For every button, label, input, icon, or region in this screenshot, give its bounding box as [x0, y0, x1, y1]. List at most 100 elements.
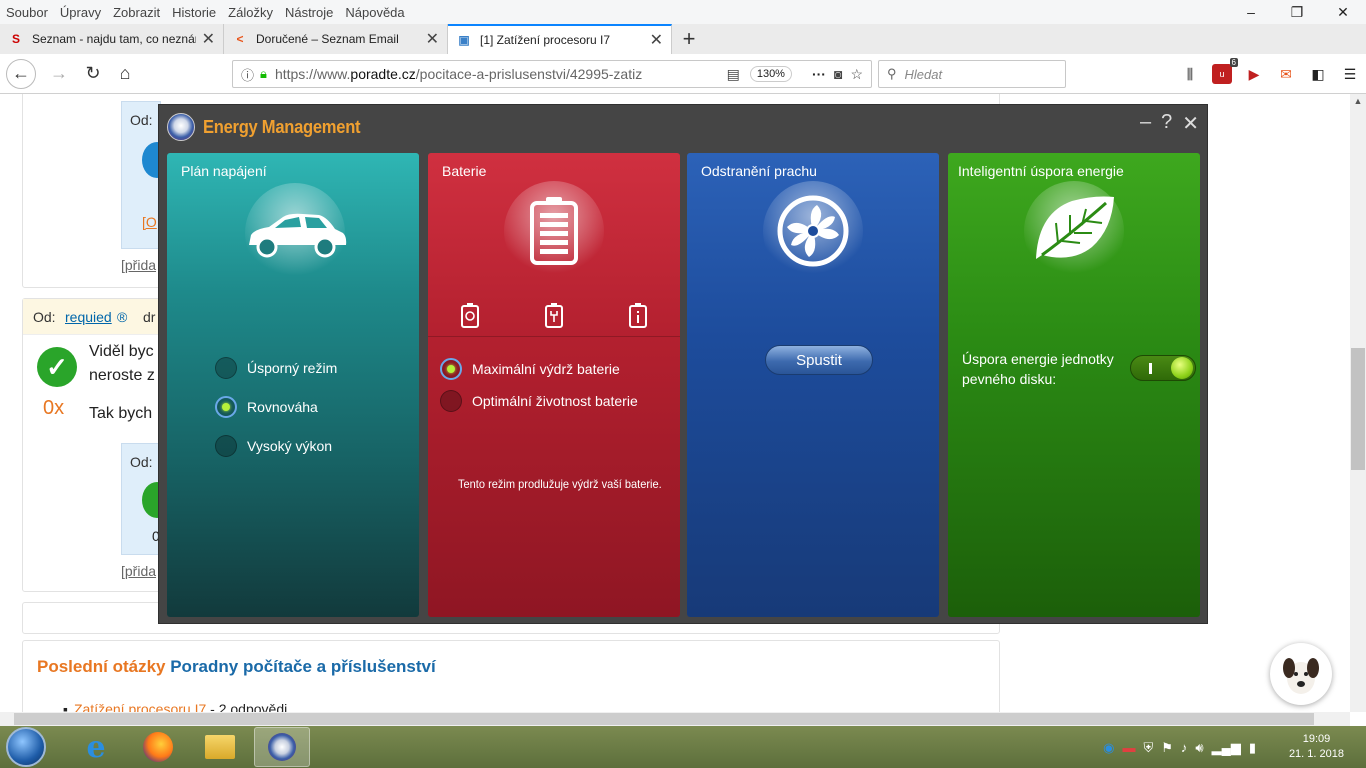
new-tab-button[interactable]: + [672, 24, 706, 54]
page-icon: ▣ [458, 33, 470, 47]
help-button[interactable]: ? [1161, 111, 1172, 136]
tab-seznam[interactable]: S Seznam - najdu tam, co neznám ✕ [0, 24, 224, 54]
mode-plugged[interactable] [512, 293, 596, 336]
from-label: Od: [130, 112, 153, 128]
volume-icon[interactable]: 🔊︎ [1195, 740, 1203, 756]
maximize-button[interactable]: ❐ [1274, 0, 1320, 24]
radio-saver[interactable]: Úsporný režim [215, 357, 337, 379]
firefox-icon[interactable] [130, 727, 186, 767]
battery-mode-icons [428, 293, 680, 337]
mascot-avatar[interactable] [1270, 643, 1332, 705]
forward-button[interactable]: → [44, 59, 74, 89]
mail-icon[interactable]: ✉ [1276, 64, 1296, 84]
hdd-saving-toggle[interactable] [1130, 355, 1196, 381]
sidebar-icon[interactable]: ◧ [1308, 64, 1328, 84]
panel-title: Plán napájení [181, 163, 267, 179]
file-explorer-icon[interactable] [192, 727, 248, 767]
info-icon[interactable]: ⓘ [241, 65, 254, 84]
section-title-a: Poslední otázky [37, 657, 166, 676]
radio-max-runtime[interactable]: Maximální výdrž baterie [440, 358, 620, 380]
close-tab-icon[interactable]: ✕ [426, 29, 439, 49]
menu-tools[interactable]: Nástroje [285, 5, 333, 20]
battery-panel: Baterie Maximální výdrž baterie Optimáln… [428, 153, 680, 617]
user-rank: dr [143, 309, 156, 325]
clock[interactable]: 19:09 21. 1. 2018 [1289, 732, 1344, 762]
tab-title: Seznam - najdu tam, co neznám [32, 32, 196, 46]
tray-audio-manager-icon[interactable]: ♪ [1181, 740, 1188, 756]
tab-processor[interactable]: ▣ [1] Zatížení procesoru I7 ✕ [448, 24, 672, 54]
add-link[interactable]: [přida [121, 257, 156, 273]
question-link[interactable]: Zatížení procesoru I7 [74, 701, 206, 712]
reload-button[interactable]: ↻ [78, 59, 108, 89]
zoom-level[interactable]: 130% [749, 66, 792, 82]
menu-bookmarks[interactable]: Záložky [228, 5, 273, 20]
radio-dot[interactable] [215, 435, 237, 457]
menu-history[interactable]: Historie [172, 5, 216, 20]
quote-box: Od: [O [121, 101, 172, 249]
pocket-icon[interactable]: ◙ [834, 66, 842, 82]
mode-info[interactable] [596, 293, 680, 336]
gauge-logo-icon [167, 113, 195, 141]
library-icon[interactable]: ⫼ [1180, 64, 1200, 84]
search-input[interactable]: ⚲ Hledat [878, 60, 1066, 88]
star-icon[interactable]: ☆ [850, 66, 863, 83]
tray-app-icon[interactable]: ◉ [1103, 740, 1114, 756]
video-icon[interactable]: ▶ [1244, 64, 1264, 84]
vertical-scroll-thumb[interactable] [1351, 348, 1365, 470]
scroll-up-icon[interactable]: ▲ [1350, 96, 1366, 106]
back-button[interactable]: ← [6, 58, 36, 89]
tab-email[interactable]: < Doručené – Seznam Email ✕ [224, 24, 448, 54]
ublock-icon[interactable]: u6 [1212, 58, 1238, 84]
window-controls: – ❐ ✕ [1228, 0, 1366, 24]
minimize-button[interactable]: – [1140, 111, 1151, 136]
start-button[interactable]: Spustit [765, 345, 873, 375]
window-title-bar: Energy Management [167, 111, 374, 143]
url-text[interactable]: https://www.poradte.cz/pocitace-a-prislu… [275, 66, 727, 82]
menu-edit[interactable]: Úpravy [60, 5, 101, 20]
radio-performance[interactable]: Vysoký výkon [215, 435, 332, 457]
close-tab-icon[interactable]: ✕ [202, 29, 215, 49]
mode-max-runtime[interactable] [428, 293, 512, 336]
minimize-button[interactable]: – [1228, 0, 1274, 24]
lock-icon[interactable]: 🔒︎ [260, 66, 267, 82]
radio-balanced[interactable]: Rovnováha [215, 396, 318, 418]
radio-label: Vysoký výkon [247, 438, 333, 454]
email-icon: < [236, 32, 244, 46]
answer-text-1: Viděl byc [89, 343, 154, 360]
radio-optimal-life[interactable]: Optimální životnost baterie [440, 390, 638, 412]
tray-car-icon[interactable]: ▬ [1123, 740, 1136, 756]
close-tab-icon[interactable]: ✕ [650, 30, 663, 50]
add-link[interactable]: [přida [121, 563, 156, 579]
network-signal-icon[interactable]: ▂▄▆ [1212, 740, 1241, 756]
tab-title: Doručené – Seznam Email [256, 32, 399, 46]
hamburger-menu-icon[interactable]: ☰ [1340, 64, 1360, 84]
energy-management-taskbar-icon[interactable] [254, 727, 310, 767]
menu-file[interactable]: Soubor [6, 5, 48, 20]
radio-dot[interactable] [440, 358, 462, 380]
radio-dot[interactable] [440, 390, 462, 412]
action-center-flag-icon[interactable]: ⚑ [1161, 740, 1173, 756]
internet-explorer-icon[interactable]: e [68, 727, 124, 767]
radio-dot[interactable] [215, 357, 237, 379]
close-button[interactable]: ✕ [1320, 0, 1366, 24]
more-icon[interactable]: ··· [812, 66, 826, 82]
system-tray: ◉ ▬ ⛨ ⚑ ♪ 🔊︎ ▂▄▆ ▮ [1103, 740, 1256, 756]
user-link[interactable]: requied [65, 309, 112, 325]
user-mark: ® [117, 309, 128, 325]
radio-dot[interactable] [215, 396, 237, 418]
toggle-knob[interactable] [1171, 357, 1193, 379]
url-bar[interactable]: ⓘ 🔒︎ https://www.poradte.cz/pocitace-a-p… [232, 60, 872, 88]
menu-view[interactable]: Zobrazit [113, 5, 160, 20]
home-button[interactable]: ⌂ [110, 59, 140, 89]
horizontal-scroll-thumb[interactable] [14, 713, 1314, 725]
tray-security-icon[interactable]: ⛨ [1144, 740, 1154, 756]
car-icon [249, 213, 347, 258]
accepted-check-icon: ✓ [37, 347, 77, 387]
start-button[interactable] [6, 727, 46, 767]
battery-tray-icon[interactable]: ▮ [1249, 740, 1256, 756]
close-button[interactable]: ✕ [1182, 111, 1199, 136]
reader-view-icon[interactable]: ▤ [727, 66, 740, 83]
link-o[interactable]: [O [142, 214, 157, 230]
menu-help[interactable]: Nápověda [345, 5, 404, 20]
section-title: Poslední otázky Poradny počítače a přísl… [37, 657, 436, 677]
